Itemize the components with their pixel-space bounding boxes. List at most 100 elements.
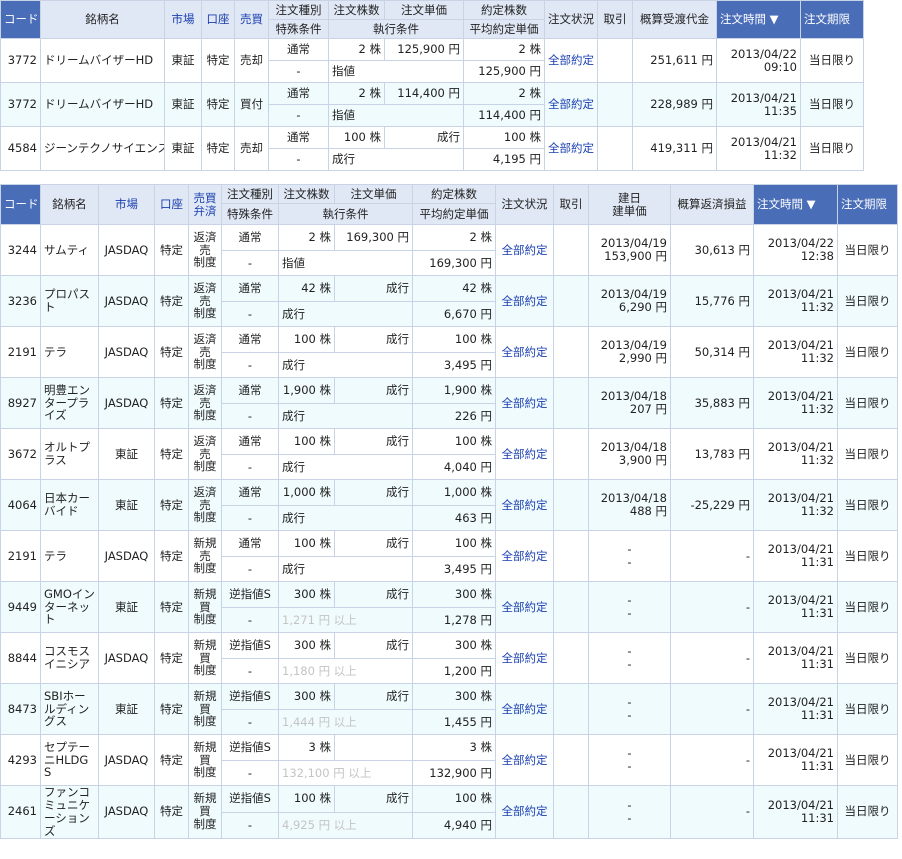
execution-table-margin: コード 銘柄名 市場 口座 売買 弁済 注文種別 注文株数 注文単価 約定株数 … <box>0 184 898 839</box>
stock-code: 2461 <box>0 785 41 839</box>
market: JASDAQ <box>98 326 155 378</box>
order-type: 通常 <box>221 326 279 353</box>
stock-code: 8473 <box>0 683 41 735</box>
profit-loss: 15,776 円 <box>670 275 754 327</box>
stock-name: オルトプラス <box>40 428 99 480</box>
stock-name: ドリームバイザーHD <box>40 38 165 83</box>
profit-loss: - <box>670 785 754 839</box>
order-qty: 2 株 <box>278 224 335 251</box>
special-condition: - <box>221 454 279 480</box>
build-price: 3,900 円 <box>618 453 667 467</box>
avg-fill-price: 4,940 円 <box>412 811 496 839</box>
order-type: 逆指値S <box>221 683 279 710</box>
order-status-link[interactable]: 全部約定 <box>544 38 598 83</box>
order-status-link[interactable]: 全部約定 <box>495 428 554 480</box>
order-time: 2013/04/21 11:31 <box>753 683 838 735</box>
order-status-link[interactable]: 全部約定 <box>495 734 554 786</box>
build-price: - <box>627 606 632 620</box>
order-price: 成行 <box>334 428 413 455</box>
avg-fill-price: 1,455 円 <box>412 709 496 735</box>
col-code-header[interactable]: コード <box>0 0 41 39</box>
order-status-link[interactable]: 全部約定 <box>544 126 598 171</box>
order-status-link[interactable]: 全部約定 <box>495 224 554 276</box>
settlement-amount: 228,989 円 <box>632 82 717 127</box>
cancel-cell <box>553 530 589 582</box>
order-status-link[interactable]: 全部約定 <box>495 275 554 327</box>
avg-fill-price: 226 円 <box>412 403 496 429</box>
profit-loss: -25,229 円 <box>670 479 754 531</box>
order-clock: 11:32 <box>800 351 834 365</box>
special-condition: - <box>221 709 279 735</box>
order-status-link[interactable]: 全部約定 <box>495 326 554 378</box>
stock-code: 3244 <box>0 224 41 276</box>
col-expiry-header[interactable]: 注文期限 <box>837 184 898 225</box>
order-qty: 300 株 <box>278 683 335 710</box>
filled-qty: 1,000 株 <box>412 479 496 506</box>
col-amount-header: 概算受渡代金 <box>632 0 717 39</box>
profit-loss: 50,314 円 <box>670 326 754 378</box>
cancel-cell <box>553 632 589 684</box>
order-status-link[interactable]: 全部約定 <box>495 683 554 735</box>
trade-side: 返済 売 制度 <box>188 275 222 327</box>
account-type: 特定 <box>154 581 189 633</box>
col-filled-header: 約定株数 <box>412 184 496 204</box>
stock-name: プロパスト <box>40 275 99 327</box>
market: 東証 <box>164 82 202 127</box>
col-expiry-header[interactable]: 注文期限 <box>800 0 864 39</box>
build-info: 2013/04/19 6,290 円 <box>588 275 671 327</box>
cancel-cell <box>597 126 633 171</box>
order-status-link[interactable]: 全部約定 <box>495 581 554 633</box>
order-qty: 1,000 株 <box>278 479 335 506</box>
order-status-link[interactable]: 全部約定 <box>495 479 554 531</box>
build-price: 207 円 <box>629 402 667 416</box>
order-qty: 300 株 <box>278 581 335 608</box>
order-price: 成行 <box>334 785 413 813</box>
col-account-header[interactable]: 口座 <box>154 184 189 225</box>
col-side-header[interactable]: 売買 <box>234 0 269 39</box>
col-market-header[interactable]: 市場 <box>164 0 202 39</box>
col-time-header-sort[interactable]: 注文時間 ▼ <box>753 184 838 225</box>
account-type: 特定 <box>154 530 189 582</box>
order-status-link[interactable]: 全部約定 <box>495 377 554 429</box>
order-time: 2013/04/22 12:38 <box>753 224 838 276</box>
order-qty: 1,900 株 <box>278 377 335 404</box>
order-type: 通常 <box>268 82 329 105</box>
trade-side: 返済 売 制度 <box>188 479 222 531</box>
order-status-link[interactable]: 全部約定 <box>495 785 554 839</box>
stock-code: 3672 <box>0 428 41 480</box>
col-side-header[interactable]: 売買 弁済 <box>188 184 222 225</box>
table-row: 3672 オルトプラス 東証 特定 返済 売 制度 通常 100 株成行 100 株全部約定 2… <box>0 428 898 480</box>
order-status-link[interactable]: 全部約定 <box>495 632 554 684</box>
build-info: -- <box>588 632 671 684</box>
build-info: 2013/04/18 207 円 <box>588 377 671 429</box>
table-row: 3244 サムティ JASDAQ 特定 返済 売 制度 通常 2 株 169,300 円2 株… <box>0 224 898 276</box>
filled-qty: 300 株 <box>412 632 496 659</box>
order-status-link[interactable]: 全部約定 <box>544 82 598 127</box>
stock-code: 8927 <box>0 377 41 429</box>
cancel-cell <box>553 377 589 429</box>
table-row: 9449 GMOインターネット 東証 特定 新規 買 制度 逆指値S 300 株成行 300 … <box>0 581 898 633</box>
order-time: 2013/04/21 11:31 <box>753 632 838 684</box>
order-type: 逆指値S <box>221 632 279 659</box>
col-market-header[interactable]: 市場 <box>98 184 155 225</box>
col-name-header: 銘柄名 <box>40 0 165 39</box>
special-condition: - <box>268 104 329 127</box>
table-row: 8844 コスモスイニシア JASDAQ 特定 新規 買 制度 逆指値S 300 株成行 30… <box>0 632 898 684</box>
build-info: -- <box>588 581 671 633</box>
account-type: 特定 <box>201 82 235 127</box>
stock-code: 3236 <box>0 275 41 327</box>
order-price: 114,400 円 <box>384 82 464 105</box>
order-time: 2013/04/21 11:31 <box>753 734 838 786</box>
col-code-header[interactable]: コード <box>0 184 41 225</box>
trade-side: 新規 買 制度 <box>188 581 222 633</box>
order-time: 2013/04/21 11:32 <box>753 377 838 429</box>
exec-condition: 1,444 円 以上 <box>278 709 413 735</box>
order-status-link[interactable]: 全部約定 <box>495 530 554 582</box>
order-clock: 11:31 <box>800 810 834 825</box>
avg-fill-price: 169,300 円 <box>412 250 496 276</box>
order-expiry: 当日限り <box>837 683 898 735</box>
build-info: -- <box>588 785 671 839</box>
col-time-header-sort[interactable]: 注文時間 ▼ <box>716 0 801 39</box>
profit-loss: - <box>670 683 754 735</box>
col-account-header[interactable]: 口座 <box>201 0 235 39</box>
